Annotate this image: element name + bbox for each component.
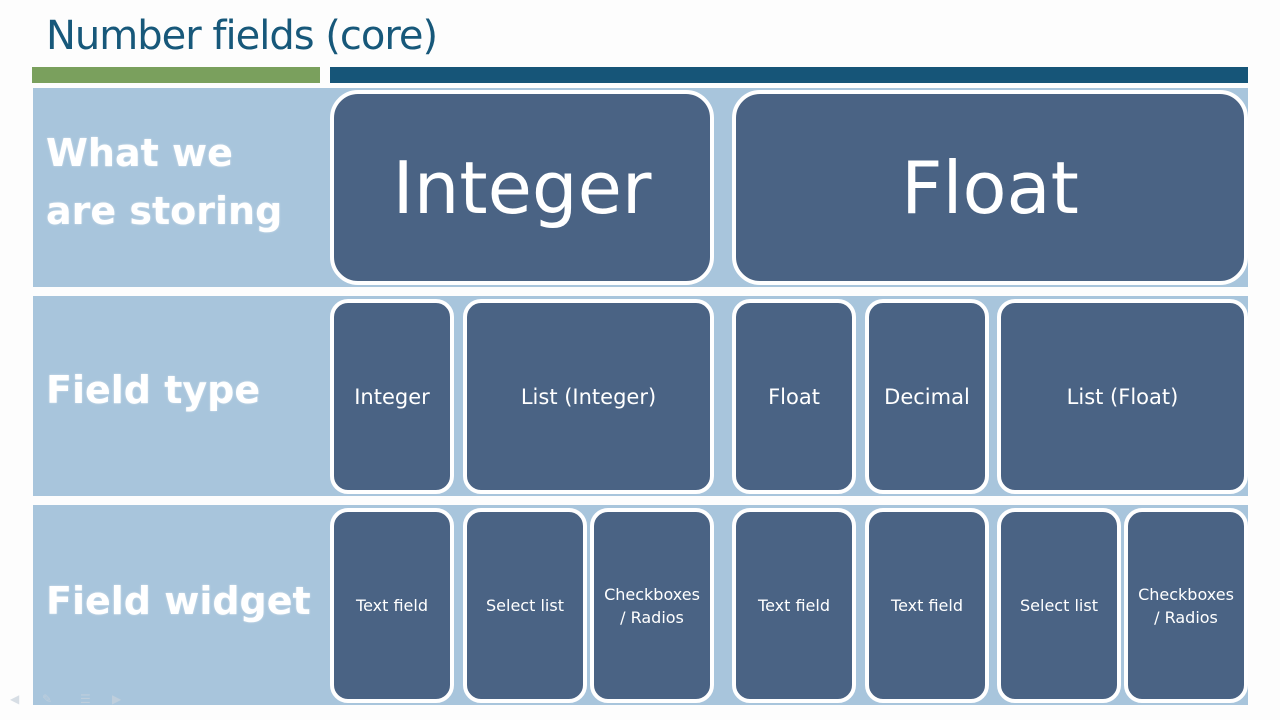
row-label-field-widget: Field widget: [46, 579, 311, 623]
storing-box-integer: Integer: [330, 90, 714, 285]
field-type-box-float: Float: [732, 299, 856, 494]
previous-slide-icon[interactable]: ◀: [10, 692, 19, 706]
widget-box-text-field: Text field: [330, 508, 454, 703]
accent-bar-green: [32, 67, 320, 83]
widget-box-text-field: Text field: [732, 508, 856, 703]
menu-icon[interactable]: ☰: [80, 692, 91, 706]
widget-box-select-list: Select list: [997, 508, 1121, 703]
slide: Number fields (core) What we are storing…: [0, 0, 1280, 720]
storing-box-float: Float: [732, 90, 1248, 285]
widget-box-text-field: Text field: [865, 508, 989, 703]
accent-bar-blue: [330, 67, 1248, 83]
widget-box-checkboxes-radios: Checkboxes / Radios: [1124, 508, 1248, 703]
field-type-box-list-float: List (Float): [997, 299, 1248, 494]
slide-title: Number fields (core): [46, 13, 438, 59]
field-type-box-decimal: Decimal: [865, 299, 989, 494]
row-label-storing: What we are storing: [46, 131, 283, 233]
next-slide-icon[interactable]: ▶: [112, 692, 121, 706]
field-type-box-list-integer: List (Integer): [463, 299, 714, 494]
row-label-field-type: Field type: [46, 368, 261, 412]
pen-icon[interactable]: ✎: [42, 692, 52, 706]
widget-box-checkboxes-radios: Checkboxes / Radios: [590, 508, 714, 703]
widget-box-select-list: Select list: [463, 508, 587, 703]
field-type-box-integer: Integer: [330, 299, 454, 494]
